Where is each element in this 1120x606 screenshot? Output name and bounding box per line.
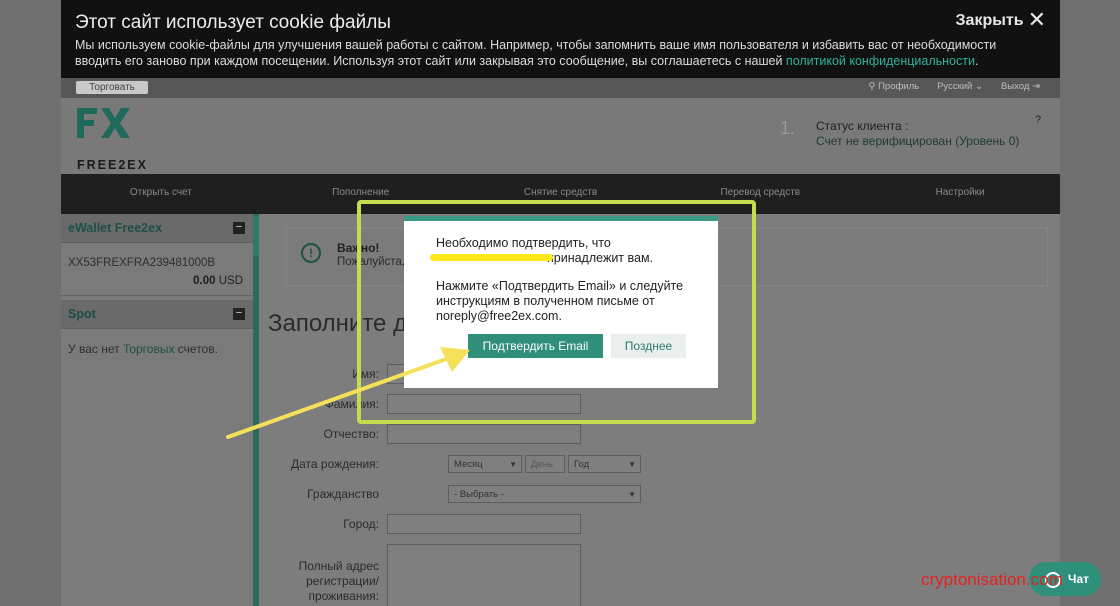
address-label-line: регистрации/: [306, 574, 379, 588]
address-label-line: Полный адрес: [298, 559, 379, 573]
logo[interactable]: FREE2EX: [75, 106, 146, 172]
dob-label: Дата рождения:: [291, 457, 379, 471]
profile-label: Профиль: [878, 81, 920, 92]
annotation-highlight-box: [357, 200, 756, 424]
logout-icon: ⇥: [1029, 81, 1040, 92]
chevron-down-icon: ▼: [628, 490, 636, 499]
chevron-down-icon: ⌄: [972, 81, 983, 92]
dob-month-value: Месяц: [454, 459, 483, 470]
cookie-close-label: Закрыть: [955, 12, 1024, 29]
collapse-icon[interactable]: −: [233, 222, 245, 234]
citizenship-value: - Выбрать -: [454, 489, 504, 500]
close-icon: ✕: [1027, 7, 1046, 32]
balance-value: 0.00: [193, 275, 216, 287]
dob-year-value: Год: [574, 459, 590, 470]
address-label-line: проживания:: [308, 589, 379, 603]
help-icon[interactable]: ?: [1035, 114, 1041, 126]
cookie-close-button[interactable]: Закрыть ✕: [956, 7, 1046, 33]
no-accounts-text: У вас нет Торговых счетов.: [61, 329, 253, 369]
patronymic-input[interactable]: [387, 424, 581, 444]
account-number[interactable]: XX53FREXFRA239481000B: [61, 243, 253, 275]
nav-settings[interactable]: Настройки: [860, 174, 1060, 214]
trading-accounts-link[interactable]: Торговых: [123, 342, 175, 356]
address-textarea[interactable]: [387, 544, 581, 606]
city-label: Город:: [343, 517, 379, 531]
city-input[interactable]: [387, 514, 581, 534]
logo-text: FREE2EX: [77, 158, 148, 172]
logout-link[interactable]: Выход ⇥: [1001, 81, 1040, 92]
chevron-down-icon: ▼: [628, 460, 636, 469]
ewallet-panel-header: eWallet Free2ex −: [61, 214, 253, 243]
no-accounts-prefix: У вас нет: [68, 342, 123, 356]
dob-day-value: День: [531, 459, 553, 470]
address-label: Полный адрес регистрации/ проживания:: [259, 559, 379, 604]
collapse-icon[interactable]: −: [233, 308, 245, 320]
profile-link[interactable]: ⚲ Профиль: [868, 81, 919, 92]
privacy-policy-link[interactable]: политикой конфиденциальности: [786, 54, 975, 68]
logout-label: Выход: [1000, 81, 1030, 92]
language-select[interactable]: Русский ⌄: [937, 81, 983, 92]
status-label: Статус клиента :: [816, 119, 909, 133]
sidebar: eWallet Free2ex − XX53FREXFRA239481000B …: [61, 214, 253, 606]
chat-label: Чат: [1068, 572, 1089, 586]
alert-icon: !: [301, 243, 321, 263]
account-balance: 0.00 USD: [61, 275, 253, 296]
no-accounts-suffix: счетов.: [174, 342, 218, 356]
top-bar: Торговать ⚲ Профиль Русский ⌄ Выход ⇥: [61, 78, 1060, 98]
cookie-text: Мы используем cookie-файлы для улучшения…: [75, 37, 1035, 69]
trade-button[interactable]: Торговать: [76, 81, 148, 94]
cookie-title: Этот сайт использует cookie файлы: [75, 12, 391, 33]
spot-panel-header: Spot −: [61, 300, 253, 329]
logo-icon: [77, 108, 130, 138]
dob-day-select[interactable]: День: [525, 455, 565, 473]
spot-title: Spot: [68, 307, 96, 321]
status-step-number: 1.: [780, 118, 796, 138]
cookie-suffix: .: [974, 54, 979, 68]
nav-open-account[interactable]: Открыть счет: [61, 174, 261, 214]
status-value[interactable]: Счет не верифицирован (Уровень 0): [816, 134, 1019, 148]
user-menu: ⚲ Профиль Русский ⌄ Выход ⇥: [868, 81, 1040, 92]
citizenship-select[interactable]: - Выбрать - ▼: [448, 485, 641, 503]
dob-year-select[interactable]: Год ▼: [568, 455, 641, 473]
ewallet-title: eWallet Free2ex: [68, 221, 163, 235]
balance-currency: USD: [218, 275, 243, 287]
patronymic-label: Отчество:: [323, 427, 380, 441]
header: FREE2EX 1. Статус клиента : Счет не вери…: [61, 98, 1060, 174]
watermark: cryptonisation.com: [921, 570, 1063, 589]
user-icon: ⚲: [868, 81, 879, 92]
citizenship-label: Гражданство: [307, 487, 379, 501]
cookie-banner: Этот сайт использует cookie файлы Закрыт…: [61, 0, 1060, 78]
chevron-down-icon: ▼: [509, 460, 517, 469]
dob-month-select[interactable]: Месяц ▼: [448, 455, 522, 473]
language-label: Русский: [937, 81, 973, 92]
